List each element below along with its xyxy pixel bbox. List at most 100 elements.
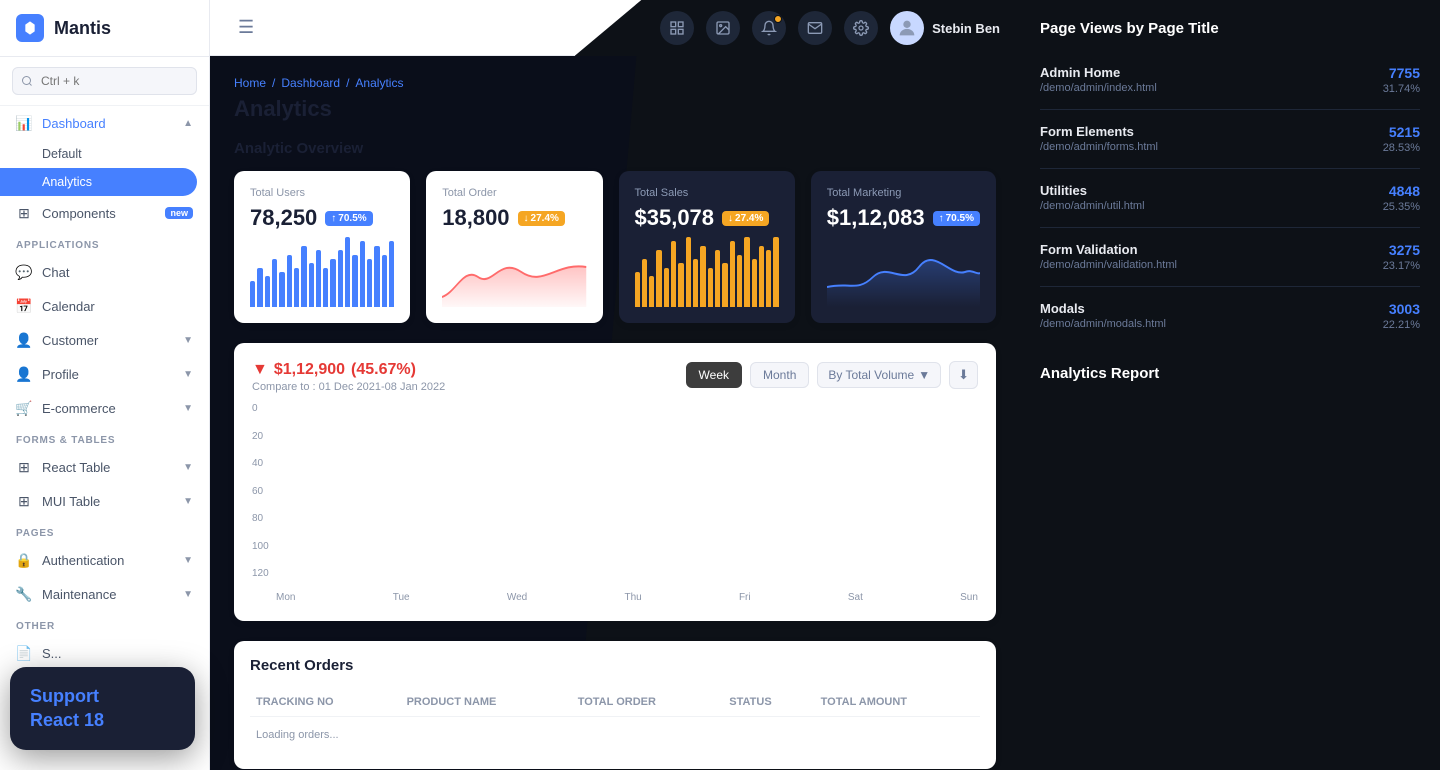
calendar-icon: 📅 [16,298,32,314]
analytic-overview-title: Analytic Overview [234,140,996,157]
pv-title: Form Validation [1040,242,1383,257]
apps-action[interactable] [660,11,694,45]
user-info[interactable]: Stebin Ben [890,11,1000,45]
card-total-users-chart [250,237,394,307]
bar-segment [773,237,778,307]
bar-segment [279,272,284,307]
week-button[interactable]: Week [686,362,742,388]
react-table-chevron: ▼ [183,462,193,473]
bar-segment [301,246,306,307]
section-label-other: Other [0,611,209,636]
col-total-amount: TOTAL AMOUNT [815,688,980,717]
section-label-pages: Pages [0,518,209,543]
income-controls: Week Month By Total Volume ▼ ⬇ [686,361,978,389]
sidebar-item-react-table[interactable]: ⊞ React Table ▼ [0,450,209,484]
menu-toggle-icon[interactable]: ☰ [234,13,258,42]
pv-left: Modals /demo/admin/modals.html [1040,301,1383,330]
pv-pct: 22.21% [1383,319,1420,331]
user-avatar [890,11,924,45]
recent-orders-section: Recent Orders TRACKING NO PRODUCT NAME T… [234,641,996,769]
bar-segment [265,276,270,307]
col-status: STATUS [723,688,814,717]
page-title: Analytics [234,96,996,122]
react-table-icon: ⊞ [16,459,32,475]
ecommerce-icon: 🛒 [16,400,32,416]
authentication-chevron: ▼ [183,555,193,566]
pv-title: Admin Home [1040,65,1383,80]
support-card-text: Support React 18 [30,685,175,732]
sidebar-item-ecommerce[interactable]: 🛒 E-commerce ▼ [0,391,209,425]
page-views-section: Page Views by Page Title Admin Home /dem… [1040,20,1420,345]
income-header: ▼ $1,12,900 (45.67%) Compare to : 01 Dec… [252,361,978,393]
pv-title: Form Elements [1040,124,1383,139]
y-axis-labels: 120 100 80 60 40 20 0 [252,403,273,579]
sidebar-item-dashboard[interactable]: 📊 Dashboard ▲ [0,106,209,140]
bar-segment [323,268,328,307]
bar-segment [730,241,735,307]
notification-action[interactable] [752,11,786,45]
download-button[interactable]: ⬇ [949,361,978,389]
page-view-item: Form Elements /demo/admin/forms.html 521… [1040,110,1420,169]
card-total-marketing-value: $1,12,083 [827,205,925,231]
bar-segment [686,237,691,307]
bar-segment [345,237,350,307]
card-total-order-value: 18,800 [442,205,509,231]
bar-segment [272,259,277,307]
month-button[interactable]: Month [750,362,809,388]
page-view-item: Admin Home /demo/admin/index.html 7755 3… [1040,51,1420,110]
pv-right: 3003 22.21% [1383,301,1420,331]
main-area: ☰ [210,0,1020,770]
pv-pct: 23.17% [1383,260,1420,272]
pv-left: Form Elements /demo/admin/forms.html [1040,124,1383,153]
breadcrumb-dashboard[interactable]: Dashboard [281,76,340,90]
pv-left: Utilities /demo/admin/util.html [1040,183,1383,212]
sidebar-item-default[interactable]: Default [0,140,209,168]
recent-orders-title: Recent Orders [250,657,980,674]
bar-segment [700,246,705,307]
bar-segment [737,255,742,308]
sidebar-item-chat[interactable]: 💬 Chat [0,255,209,289]
mui-table-icon: ⊞ [16,493,32,509]
bar-segment [715,250,720,307]
sidebar-item-mui-table[interactable]: ⊞ MUI Table ▼ [0,484,209,518]
user-name: Stebin Ben [932,21,1000,36]
sidebar-search-container [0,57,209,106]
card-total-order-chart [442,237,586,307]
sidebar-item-profile[interactable]: 👤 Profile ▼ [0,357,209,391]
bar-segment [752,259,757,307]
sidebar-item-customer[interactable]: 👤 Customer ▼ [0,323,209,357]
bar-segment [635,272,640,307]
page-view-item: Form Validation /demo/admin/validation.h… [1040,228,1420,287]
income-pct: (45.67%) [351,361,416,379]
sidebar-item-dashboard-label: Dashboard [42,116,106,131]
breadcrumb: Home / Dashboard / Analytics [234,76,996,90]
mail-action[interactable] [798,11,832,45]
pv-pct: 25.35% [1383,201,1420,213]
customer-chevron: ▼ [183,335,193,346]
bar-segment [389,241,394,307]
income-chart: 120 100 80 60 40 20 0 [252,403,978,603]
breadcrumb-analytics: Analytics [355,76,403,90]
pv-url: /demo/admin/forms.html [1040,141,1383,153]
bar-segment [250,281,255,307]
sidebar-item-sample[interactable]: 📄 S... [0,636,209,670]
breadcrumb-home[interactable]: Home [234,76,266,90]
search-input[interactable] [12,67,197,95]
topbar: ☰ [210,0,1020,56]
bar-segment [693,259,698,307]
sidebar-item-authentication[interactable]: 🔒 Authentication ▼ [0,543,209,577]
pv-url: /demo/admin/index.html [1040,82,1383,94]
card-total-sales: Total Sales $35,078 ↓ 27.4% [619,171,795,323]
support-react-card[interactable]: Support React 18 [10,667,195,750]
bar-segment [656,250,661,307]
volume-dropdown[interactable]: By Total Volume ▼ [817,362,941,388]
sidebar-item-components[interactable]: ⊞ Components new [0,196,209,230]
sidebar-item-maintenance[interactable]: 🔧 Maintenance ▼ [0,577,209,611]
sidebar-item-analytics[interactable]: Analytics [0,168,197,196]
card-total-sales-badge: ↓ 27.4% [722,211,769,226]
bar-segment [642,259,647,307]
image-action[interactable] [706,11,740,45]
sidebar-item-calendar[interactable]: 📅 Calendar [0,289,209,323]
settings-action[interactable] [844,11,878,45]
card-total-marketing-badge: ↑ 70.5% [933,211,980,226]
